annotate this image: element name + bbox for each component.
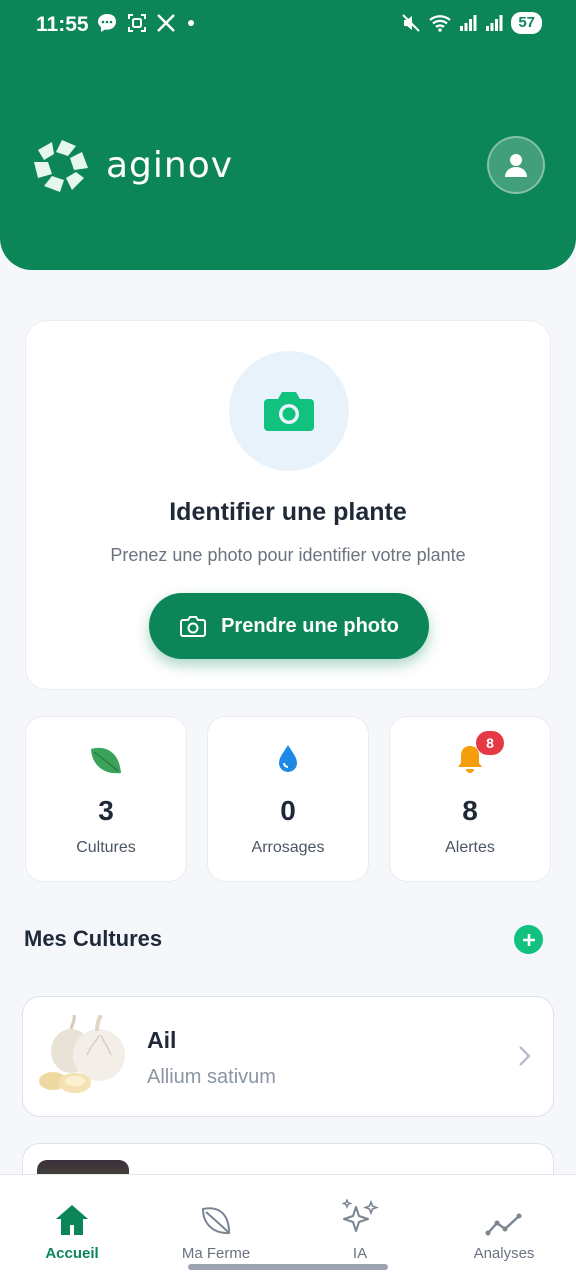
camera-illustration — [229, 351, 349, 471]
take-photo-button[interactable]: Prendre une photo — [149, 593, 429, 659]
stat-card-alertes[interactable]: 8 Alertes — [389, 716, 551, 882]
chevron-right-icon — [519, 1046, 531, 1066]
wifi-icon — [429, 15, 452, 32]
status-time: 11:55 — [36, 13, 89, 36]
take-photo-label: Prendre une photo — [221, 614, 399, 637]
trend-line-icon — [485, 1213, 522, 1236]
profile-button[interactable] — [487, 136, 545, 194]
camera-icon — [264, 392, 314, 431]
stat-value: 0 — [280, 795, 296, 826]
brand-wordmark: aginov — [106, 144, 234, 186]
app-header: 11:55 57 aginov — [0, 0, 576, 270]
nav-item-ia[interactable]: IA — [288, 1197, 432, 1262]
home-icon — [56, 1205, 88, 1235]
brand-logo: aginov — [30, 136, 233, 194]
section-title-cultures: Mes Cultures — [24, 926, 163, 951]
leaf-outline-icon — [201, 1207, 231, 1235]
sparkles-icon — [341, 1199, 379, 1232]
water-drop-icon — [279, 745, 297, 772]
nav-item-ma-ferme[interactable]: Ma Ferme — [144, 1197, 288, 1262]
x-logo-icon — [157, 14, 175, 32]
user-icon — [505, 154, 527, 177]
plus-icon — [522, 933, 535, 946]
culture-name: Ail — [147, 1027, 177, 1053]
alerts-badge: 8 — [476, 731, 504, 755]
status-bar: 11:55 57 — [0, 0, 576, 50]
culture-latin-name: Allium sativum — [147, 1066, 276, 1088]
status-icons-right: 57 — [401, 12, 542, 34]
culture-list-item[interactable]: Ail Allium sativum — [22, 996, 554, 1117]
leaf-icon — [91, 747, 121, 774]
stat-card-arrosages[interactable]: 0 Arrosages — [207, 716, 369, 882]
stat-value: 3 — [98, 795, 114, 826]
chat-bubble-icon — [98, 14, 116, 32]
status-icons-left — [96, 12, 198, 34]
nav-item-analyses[interactable]: Analyses — [432, 1197, 576, 1262]
identify-plant-card: Identifier une plante Prenez une photo p… — [25, 320, 551, 690]
identify-title: Identifier une plante — [169, 498, 407, 526]
stat-value: 8 — [462, 795, 478, 826]
nav-label: Accueil — [45, 1245, 99, 1262]
add-culture-button[interactable] — [514, 925, 543, 954]
screenshot-icon — [128, 14, 146, 32]
garlic-image — [39, 1015, 125, 1093]
aginov-logo-icon — [34, 140, 88, 192]
mute-icon — [402, 14, 421, 32]
signal-icon — [486, 15, 503, 31]
stat-label: Alertes — [445, 839, 495, 856]
nav-label: Analyses — [473, 1245, 535, 1262]
nav-item-accueil[interactable]: Accueil — [0, 1197, 144, 1262]
identify-subtitle: Prenez une photo pour identifier votre p… — [110, 545, 466, 565]
nav-label: Ma Ferme — [181, 1245, 251, 1262]
gesture-home-bar[interactable] — [188, 1264, 388, 1270]
battery-indicator: 57 — [511, 12, 542, 34]
stat-label: Cultures — [76, 839, 136, 856]
dot-icon — [188, 20, 194, 26]
stat-label: Arrosages — [251, 839, 325, 856]
nav-label: IA — [352, 1245, 368, 1262]
signal-icon — [460, 15, 477, 31]
stat-card-cultures[interactable]: 3 Cultures — [25, 716, 187, 882]
camera-outline-icon — [180, 616, 207, 637]
